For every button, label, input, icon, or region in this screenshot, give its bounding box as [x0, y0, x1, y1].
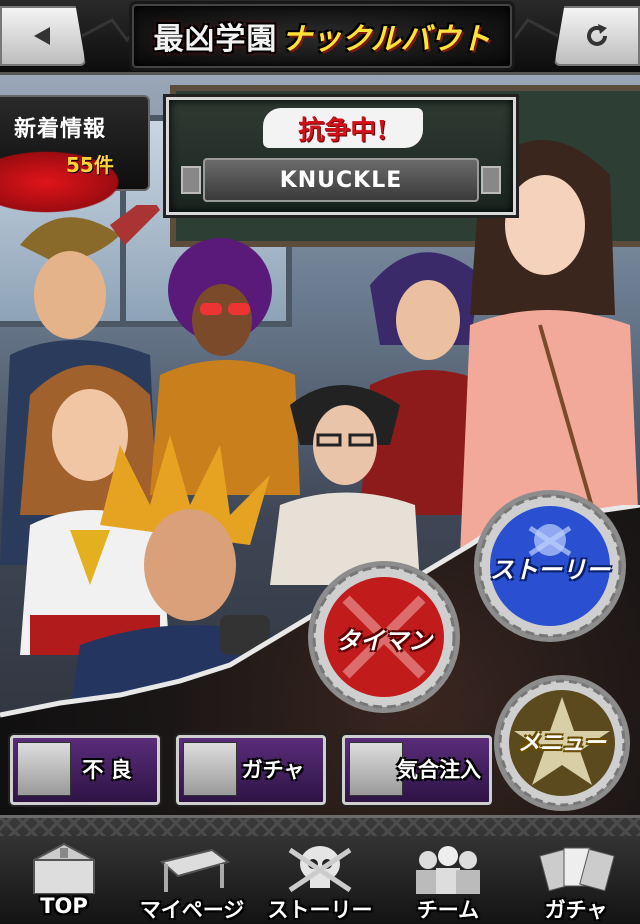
nav-item-team[interactable]: チーム: [384, 836, 512, 923]
school-building-icon: [33, 842, 95, 894]
cards-icon: [539, 847, 615, 892]
header-bar: 最凶学園 ナックルバウト: [0, 0, 640, 75]
gacha-button-label: ガチャ: [241, 758, 305, 782]
menu-cap-button[interactable]: メニュー: [492, 673, 632, 813]
bottom-nav: TOP マイページ ストーリー チーム ガチャ: [0, 815, 640, 923]
desk-icon: [159, 848, 231, 892]
back-button[interactable]: [0, 6, 86, 66]
kiai-button[interactable]: 気合注入: [342, 735, 492, 805]
story-cap-label: ストーリー: [490, 556, 610, 584]
panel-tab: [181, 166, 201, 194]
status-team-name: KNUCKLE: [203, 158, 479, 202]
nav-label: TOP: [40, 894, 88, 918]
kiai-button-label: 気合注入: [397, 758, 481, 782]
story-cap-button[interactable]: ストーリー: [472, 488, 628, 644]
war-status-panel[interactable]: 抗争中! KNUCKLE: [166, 97, 516, 215]
nav-item-story[interactable]: ストーリー: [256, 836, 384, 923]
refresh-icon: [587, 24, 607, 46]
triangle-left-icon: [34, 27, 50, 45]
nav-item-mypage[interactable]: マイページ: [128, 836, 256, 923]
furyo-button[interactable]: 不 良: [10, 735, 160, 805]
home-scene: 新着情報 55件 抗争中! KNUCKLE ストーリー タイマン メニュー 不 …: [0, 75, 640, 815]
gacha-button[interactable]: ガチャ: [176, 735, 326, 805]
refresh-button[interactable]: [554, 6, 640, 66]
status-label: 抗争中!: [263, 108, 423, 148]
taiman-cap-button[interactable]: タイマン: [306, 559, 462, 715]
nav-item-top[interactable]: TOP: [0, 836, 128, 923]
chain-fence-decoration: [0, 818, 640, 836]
panel-tab: [481, 166, 501, 194]
logo-title-sub: ナックルバウト: [281, 22, 491, 57]
logo-title-main: 最凶学園: [153, 22, 278, 57]
team-icon: [416, 846, 480, 894]
news-count: 55件: [66, 153, 114, 177]
menu-cap-label: メニュー: [517, 731, 606, 756]
nav-item-gacha[interactable]: ガチャ: [512, 836, 640, 923]
taiman-cap-label: タイマン: [336, 627, 432, 655]
game-logo: 最凶学園 ナックルバウト: [132, 4, 512, 68]
skull-icon: [288, 846, 352, 893]
news-label: 新着情報: [14, 116, 107, 142]
furyo-button-label: 不 良: [82, 758, 132, 782]
news-badge[interactable]: 新着情報 55件: [0, 95, 150, 217]
